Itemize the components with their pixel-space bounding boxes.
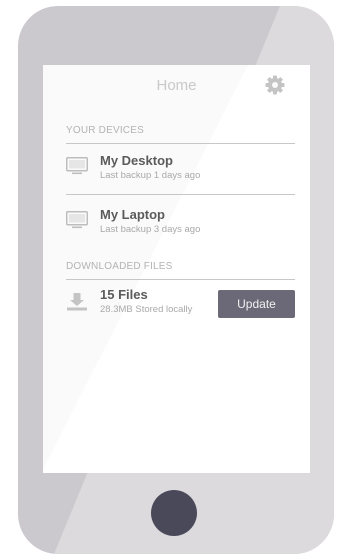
files-storage: 28.3MB Stored locally [100, 304, 193, 315]
divider [66, 194, 295, 195]
update-button[interactable]: Update [218, 290, 295, 318]
gear-icon[interactable] [265, 75, 285, 95]
device-row-my-desktop[interactable]: My Desktop Last backup 1 days ago [66, 153, 295, 187]
monitor-icon [66, 157, 88, 175]
app-screen: Home YOUR DEVICES My Desktop Last backup… [43, 65, 310, 473]
device-status: Last backup 1 days ago [100, 170, 201, 181]
download-icon [67, 293, 87, 311]
monitor-icon [66, 211, 88, 229]
phone-frame: Home YOUR DEVICES My Desktop Last backup… [18, 6, 334, 554]
downloads-section-label: DOWNLOADED FILES [66, 261, 173, 272]
files-count: 15 Files [100, 287, 148, 302]
home-button[interactable] [151, 490, 197, 536]
divider [66, 143, 295, 144]
devices-section-label: YOUR DEVICES [66, 125, 144, 136]
device-status: Last backup 3 days ago [100, 224, 201, 235]
divider [66, 279, 295, 280]
device-name: My Laptop [100, 207, 165, 222]
device-name: My Desktop [100, 153, 173, 168]
device-row-my-laptop[interactable]: My Laptop Last backup 3 days ago [66, 207, 295, 241]
